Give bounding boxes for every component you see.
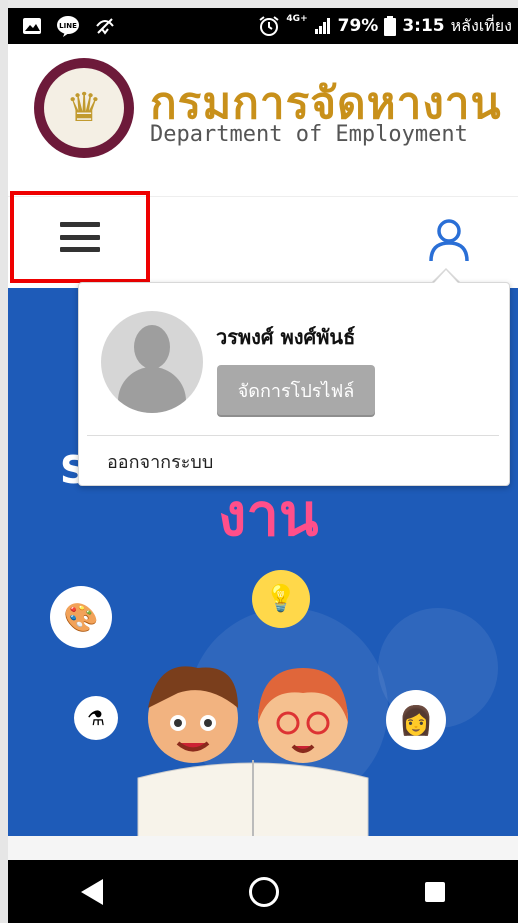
user-profile-popup: วรพงศ์ พงศ์พันธ์ จัดการโปรไฟล์ ออกจากระบ… bbox=[78, 282, 510, 486]
user-name: วรพงศ์ พงศ์พันธ์ bbox=[216, 325, 356, 349]
department-logo[interactable]: ♛ bbox=[34, 58, 134, 158]
logout-link[interactable]: ออกจากระบบ bbox=[107, 447, 213, 476]
screen-edge bbox=[0, 0, 8, 923]
image-icon bbox=[23, 18, 41, 34]
popup-divider bbox=[87, 435, 499, 436]
line-icon: LINE bbox=[57, 16, 79, 37]
science-bubble-icon: ⚗ bbox=[74, 696, 118, 740]
hamburger-menu-button[interactable] bbox=[10, 191, 150, 283]
battery-percent: 79% bbox=[337, 16, 379, 36]
manage-profile-button[interactable]: จัดการโปรไฟล์ bbox=[217, 365, 375, 415]
signal-icon bbox=[314, 18, 330, 34]
site-header: ♛ กรมการจัดหางาน Department of Employmen… bbox=[8, 44, 518, 196]
back-icon[interactable] bbox=[81, 878, 103, 905]
hamburger-menu-icon bbox=[60, 222, 100, 252]
clock-period: หลังเที่ยง bbox=[450, 15, 512, 35]
avatar bbox=[101, 311, 203, 413]
alarm-icon bbox=[259, 16, 280, 36]
clock-time: 3:15 bbox=[402, 16, 445, 36]
kids-reading-illustration bbox=[137, 666, 369, 836]
logo-emblem-icon: ♛ bbox=[44, 68, 124, 148]
screen: LINE 4G+ 79% 3:15 หลังเที่ยง ♛ กรมการจัด… bbox=[0, 0, 518, 923]
lightbulb-icon: 💡 bbox=[252, 570, 310, 628]
home-icon[interactable] bbox=[249, 876, 279, 907]
brand-title-english: Department of Employment bbox=[150, 122, 468, 147]
popup-arrow-fill bbox=[434, 270, 458, 283]
status-bar: LINE 4G+ 79% 3:15 หลังเที่ยง bbox=[8, 8, 518, 44]
network-type: 4G+ bbox=[286, 14, 308, 24]
svg-text:LINE: LINE bbox=[59, 22, 77, 30]
art-bubble-icon: 🎨 bbox=[50, 586, 112, 648]
battery-icon bbox=[384, 16, 397, 36]
nurse-bubble-icon: 👩 bbox=[386, 690, 446, 750]
recents-icon[interactable] bbox=[425, 881, 445, 902]
page-bottom-strip bbox=[8, 836, 518, 860]
android-nav-bar bbox=[8, 860, 518, 923]
location-off-icon bbox=[96, 18, 114, 35]
user-icon[interactable] bbox=[426, 217, 472, 263]
